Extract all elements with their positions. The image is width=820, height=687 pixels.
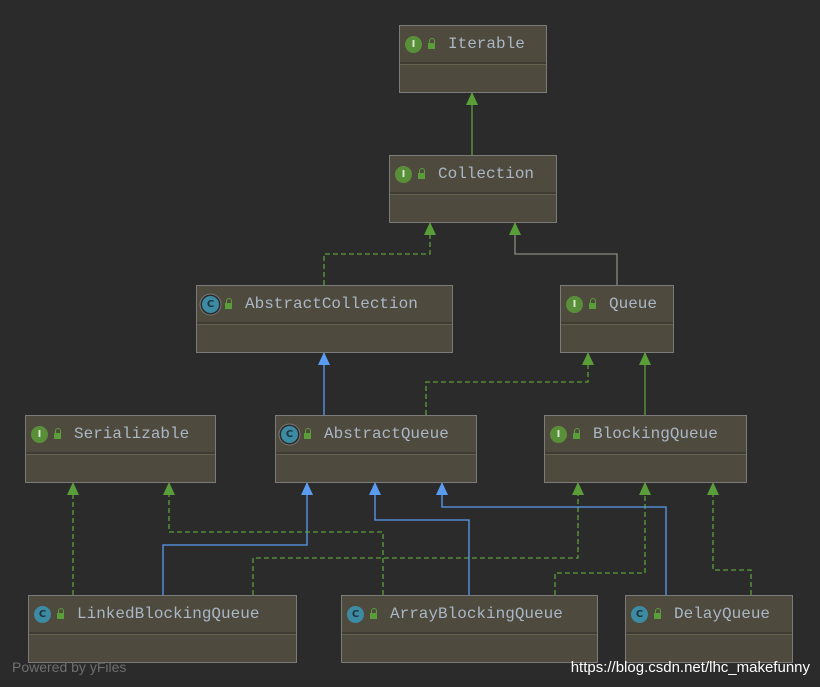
arrowhead-icon <box>424 222 436 235</box>
abstract-class-icon: C <box>202 295 219 313</box>
abstract-class-icon: C <box>281 425 298 443</box>
node-label: Collection <box>438 165 535 183</box>
class-icon: C <box>34 605 51 623</box>
powered-by-label: Powered by yFiles <box>12 659 127 675</box>
edge-implements <box>554 482 646 595</box>
public-access-icon <box>304 428 311 439</box>
arrowhead-icon <box>67 482 79 495</box>
interface-icon: I <box>395 165 412 183</box>
node-collection[interactable]: I Collection <box>389 155 557 223</box>
node-header: C LinkedBlockingQueue <box>29 596 296 634</box>
public-access-icon <box>225 298 232 309</box>
public-access-icon <box>573 428 580 439</box>
arrowhead-icon <box>436 482 448 495</box>
node-header: I Collection <box>390 156 556 194</box>
interface-icon: I <box>566 295 583 313</box>
interface-icon: I <box>31 425 48 443</box>
watermark-url: https://blog.csdn.net/lhc_makefunny <box>570 659 810 676</box>
arrowhead-icon <box>369 482 381 495</box>
node-abstract-collection[interactable]: C AbstractCollection <box>196 285 453 353</box>
node-label: Iterable <box>448 35 525 53</box>
edge-extends-class <box>374 482 470 595</box>
edge-implements <box>168 482 384 595</box>
public-access-icon <box>428 38 435 49</box>
arrowhead-icon <box>163 482 175 495</box>
node-label: DelayQueue <box>674 605 771 623</box>
arrowhead-icon <box>509 222 521 235</box>
class-icon: C <box>631 605 648 623</box>
public-access-icon <box>589 298 596 309</box>
node-header: I BlockingQueue <box>545 416 746 454</box>
arrowhead-icon <box>572 482 584 495</box>
arrowhead-icon <box>707 482 719 495</box>
class-icon: C <box>347 605 364 623</box>
node-blocking-queue[interactable]: I BlockingQueue <box>544 415 747 483</box>
node-label: BlockingQueue <box>593 425 718 443</box>
edge-implements <box>323 222 431 285</box>
interface-icon: I <box>405 35 422 53</box>
interface-icon: I <box>550 425 567 443</box>
node-linked-blocking-queue[interactable]: C LinkedBlockingQueue <box>28 595 297 663</box>
arrowhead-icon <box>639 352 651 365</box>
node-serializable[interactable]: I Serializable <box>25 415 216 483</box>
edge-implements <box>712 482 752 595</box>
arrowhead-icon <box>639 482 651 495</box>
arrowhead-icon <box>582 352 594 365</box>
public-access-icon <box>370 608 377 619</box>
edge-implements <box>425 352 589 415</box>
node-delay-queue[interactable]: C DelayQueue <box>625 595 793 663</box>
node-header: I Iterable <box>400 26 546 64</box>
node-header: I Queue <box>561 286 673 324</box>
arrowhead-icon <box>466 92 478 105</box>
node-label: AbstractCollection <box>245 295 418 313</box>
node-queue[interactable]: I Queue <box>560 285 674 353</box>
public-access-icon <box>654 608 661 619</box>
edge-extends-class <box>441 482 667 595</box>
node-header: C AbstractQueue <box>276 416 476 454</box>
public-access-icon <box>418 168 425 179</box>
node-abstract-queue[interactable]: C AbstractQueue <box>275 415 477 483</box>
node-label: LinkedBlockingQueue <box>77 605 260 623</box>
public-access-icon <box>54 428 61 439</box>
node-iterable[interactable]: I Iterable <box>399 25 547 93</box>
node-label: Serializable <box>74 425 190 443</box>
arrowhead-icon <box>301 482 313 495</box>
node-label: AbstractQueue <box>324 425 449 443</box>
edge-implements <box>252 482 579 595</box>
edge-extends-interface <box>514 222 618 285</box>
node-label: Queue <box>609 295 658 313</box>
node-header: C AbstractCollection <box>197 286 452 324</box>
public-access-icon <box>57 608 64 619</box>
node-header: I Serializable <box>26 416 215 454</box>
arrowhead-icon <box>318 352 330 365</box>
node-label: ArrayBlockingQueue <box>390 605 563 623</box>
node-array-blocking-queue[interactable]: C ArrayBlockingQueue <box>341 595 598 663</box>
edge-extends-class <box>162 482 308 595</box>
node-header: C ArrayBlockingQueue <box>342 596 597 634</box>
node-header: C DelayQueue <box>626 596 792 634</box>
